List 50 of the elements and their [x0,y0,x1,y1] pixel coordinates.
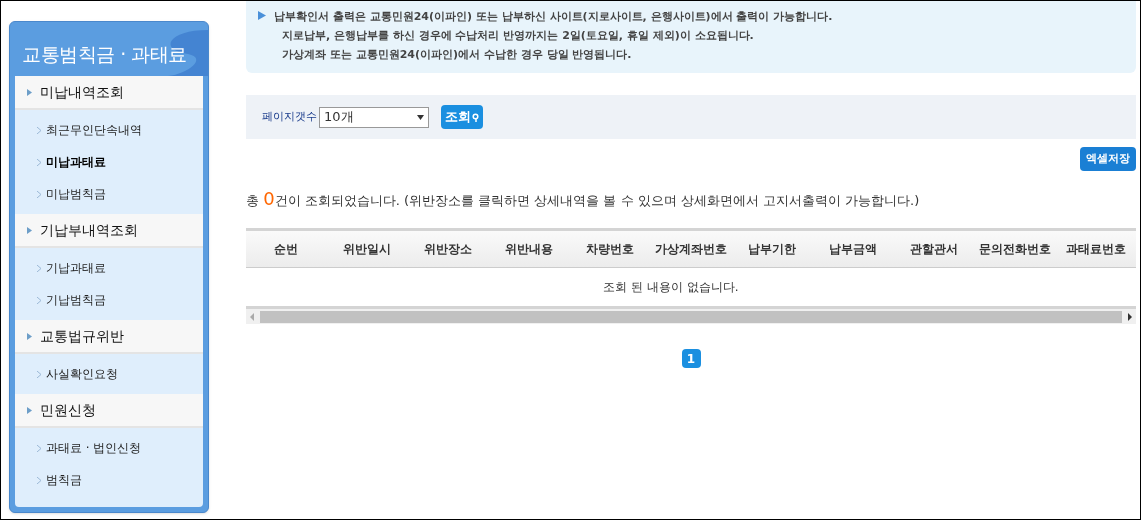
chevron-icon [37,370,41,378]
notice-text: 납부확인서 출력은 교통민원24(이파인) 또는 납부하신 사이트(지로사이트, 은행사이트)에서 출력이 가능합니다. [274,9,833,25]
chevron-icon [37,126,41,134]
submenu-item[interactable]: 사실확인요청 [15,358,203,390]
triangle-icon [27,226,32,234]
submenu-item[interactable]: 미납범칙금 [15,178,203,210]
chevron-icon [37,444,41,452]
column-header: 납부기한 [746,241,797,258]
scroll-left-icon[interactable] [250,312,254,321]
column-header: 관할관서 [908,241,959,258]
page-size-label: 페이지갯수 [262,108,317,125]
triangle-icon [27,332,32,340]
page-size-select[interactable]: 10개 [319,106,429,128]
column-header: 가상계좌번호 [654,241,728,258]
column-header: 위반장소 [423,241,474,258]
menu-item[interactable]: 민원신청 [15,394,203,428]
submenu-item[interactable]: 과태료 · 법인신청 [15,432,203,464]
chevron-icon [37,190,41,198]
column-header: 위반일시 [342,241,393,258]
chevron-icon [37,296,41,304]
triangle-icon [27,406,32,414]
column-header: 과태료번호 [1064,241,1127,258]
submenu-item[interactable]: 최근무인단속내역 [15,114,203,146]
notice-text: 지로납부, 은행납부를 하신 경우에 수납처리 반영까지는 2일(토요일, 휴일 제외)이 소요됩니다. [281,28,755,44]
menu-item[interactable]: 미납내역조회 [15,76,203,110]
submenu-item[interactable]: 기납범칙금 [15,284,203,316]
column-header: 납부금액 [827,241,878,258]
dropdown-icon [417,114,424,120]
search-icon [472,112,479,122]
horizontal-scrollbar[interactable] [246,306,1136,324]
column-header: 위반내용 [504,241,555,258]
sidebar-title: 교통범칙금 · 과태료 [22,41,187,67]
notice-text: 가상계좌 또는 교통민원24(이파인)에서 수납한 경우 당일 반영됩니다. [281,47,633,63]
submenu-item[interactable]: 미납과태료 [15,146,203,178]
chevron-icon [37,264,41,272]
excel-save-button[interactable]: 엑셀저장 [1080,147,1136,171]
submenu-item[interactable]: 범칙금 [15,464,203,496]
menu-item[interactable]: 교통법규위반 [15,320,203,354]
scroll-right-icon[interactable] [1128,312,1132,321]
empty-message: 조회 된 내용이 없습니다. [602,279,740,296]
column-header: 차량번호 [585,241,636,258]
chevron-icon [37,158,41,166]
triangle-icon [27,88,32,96]
menu-item[interactable]: 기납부내역조회 [15,214,203,248]
triangle-icon [258,11,266,20]
result-summary: 총 0건이 조회되었습니다. (위반장소를 클릭하면 상세내역을 볼 수 있으며 상세화면에서 고지서출력이 가능합니다.) [246,187,921,211]
chevron-icon [37,476,41,484]
column-header: 문의전화번호 [977,241,1052,258]
column-header: 순번 [273,241,300,258]
submenu-item[interactable]: 기납과태료 [15,252,203,284]
